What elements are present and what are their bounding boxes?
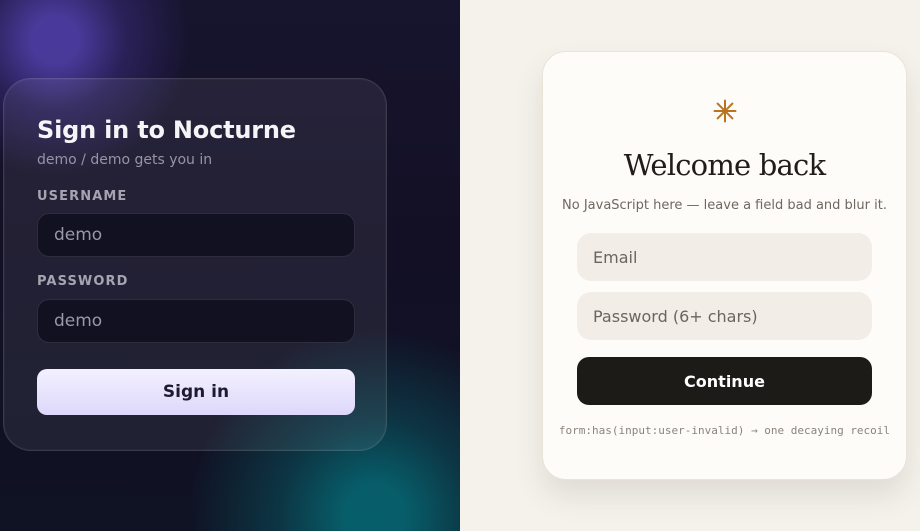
light-login-panel: Welcome back No JavaScript here — leave … bbox=[460, 0, 920, 531]
password-label: PASSWORD bbox=[37, 274, 129, 289]
welcome-card: Welcome back No JavaScript here — leave … bbox=[542, 51, 907, 480]
username-input[interactable] bbox=[37, 213, 355, 257]
sign-in-title: Sign in to Nocturne bbox=[37, 116, 296, 144]
password-field[interactable] bbox=[577, 292, 872, 340]
welcome-title: Welcome back bbox=[623, 148, 826, 182]
username-label: USERNAME bbox=[37, 189, 128, 204]
validation-hint: No JavaScript here — leave a field bad a… bbox=[562, 198, 887, 213]
password-input[interactable] bbox=[37, 299, 355, 343]
demo-credentials-hint: demo / demo gets you in bbox=[37, 152, 213, 168]
continue-button[interactable]: Continue bbox=[577, 357, 872, 405]
asterisk-icon bbox=[713, 99, 736, 123]
sign-in-button[interactable]: Sign in bbox=[37, 369, 355, 415]
dark-login-panel: Sign in to Nocturne demo / demo gets you… bbox=[0, 0, 460, 531]
css-footnote: form:has(input:user-invalid) → one decay… bbox=[558, 424, 891, 437]
email-field[interactable] bbox=[577, 233, 872, 281]
glass-login-card: Sign in to Nocturne demo / demo gets you… bbox=[3, 78, 387, 451]
